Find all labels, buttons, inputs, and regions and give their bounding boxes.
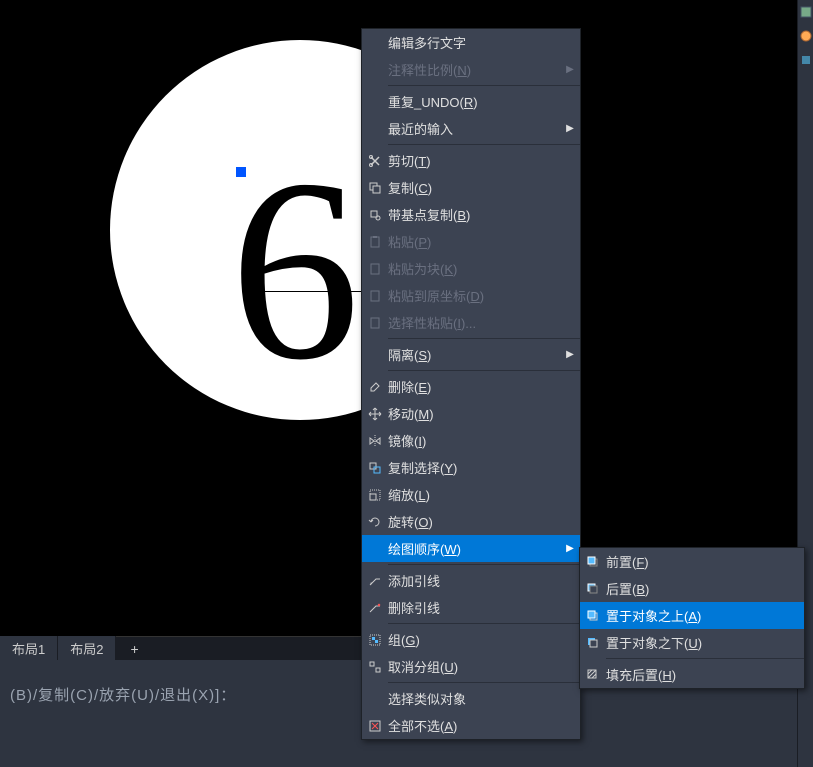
menu-erase[interactable]: 删除(E) [362, 373, 580, 400]
send-back-icon [580, 575, 606, 602]
menu-copy-base[interactable]: 带基点复制(B) [362, 201, 580, 228]
submenu-send-back[interactable]: 后置(B) [580, 575, 804, 602]
submenu-arrow-icon: ▶ [566, 349, 580, 360]
menu-separator [388, 338, 580, 339]
menu-cut[interactable]: 剪切(T) [362, 147, 580, 174]
submenu-arrow-icon: ▶ [566, 123, 580, 134]
menu-paste-special: 选择性粘贴(I)... [362, 309, 580, 336]
group-icon [362, 626, 388, 653]
draw-order-submenu: 前置(F) 后置(B) 置于对象之上(A) 置于对象之下(U) 填充后置(H) [579, 547, 805, 689]
menu-copy-select[interactable]: 复制选择(Y) [362, 454, 580, 481]
menu-add-leader[interactable]: 添加引线 [362, 567, 580, 594]
ungroup-icon [362, 653, 388, 680]
submenu-above-object[interactable]: 置于对象之上(A) [580, 602, 804, 629]
erase-icon [362, 373, 388, 400]
scale-icon [362, 481, 388, 508]
menu-scale[interactable]: 缩放(L) [362, 481, 580, 508]
context-menu: 编辑多行文字 注释性比例(N)▶ 重复_UNDO(R) 最近的输入▶ 剪切(T)… [361, 28, 581, 740]
menu-move[interactable]: 移动(M) [362, 400, 580, 427]
paste-block-icon [362, 255, 388, 282]
menu-select-similar[interactable]: 选择类似对象 [362, 685, 580, 712]
menu-deselect-all[interactable]: 全部不选(A) [362, 712, 580, 739]
copy-base-icon [362, 201, 388, 228]
submenu-arrow-icon: ▶ [566, 64, 580, 75]
menu-paste: 粘贴(P) [362, 228, 580, 255]
selection-grip[interactable] [236, 167, 246, 177]
center-line [265, 291, 365, 292]
move-icon [362, 400, 388, 427]
hatch-back-icon [580, 661, 606, 688]
mirror-icon [362, 427, 388, 454]
menu-separator [388, 623, 580, 624]
leader-remove-icon [362, 594, 388, 621]
menu-repeat-undo[interactable]: 重复_UNDO(R) [362, 88, 580, 115]
palette-icon[interactable] [798, 0, 813, 24]
scissors-icon [362, 147, 388, 174]
menu-edit-mtext[interactable]: 编辑多行文字 [362, 29, 580, 56]
menu-recent-input[interactable]: 最近的输入▶ [362, 115, 580, 142]
below-object-icon [580, 629, 606, 656]
menu-separator [606, 658, 804, 659]
menu-mirror[interactable]: 镜像(I) [362, 427, 580, 454]
menu-separator [388, 144, 580, 145]
palette-icon[interactable] [798, 48, 813, 72]
deselect-icon [362, 712, 388, 739]
bring-front-icon [580, 548, 606, 575]
rotate-icon [362, 508, 388, 535]
menu-separator [388, 564, 580, 565]
menu-remove-leader[interactable]: 删除引线 [362, 594, 580, 621]
copy-icon [362, 174, 388, 201]
menu-group[interactable]: 组(G) [362, 626, 580, 653]
menu-separator [388, 370, 580, 371]
above-object-icon [580, 602, 606, 629]
copy-select-icon [362, 454, 388, 481]
palette-icon[interactable] [798, 24, 813, 48]
menu-anno-scale: 注释性比例(N)▶ [362, 56, 580, 83]
tab-layout1[interactable]: 布局1 [0, 636, 58, 661]
menu-paste-block: 粘贴为块(K) [362, 255, 580, 282]
menu-draw-order[interactable]: 绘图顺序(W)▶ [362, 535, 580, 562]
menu-separator [388, 85, 580, 86]
menu-isolate[interactable]: 隔离(S)▶ [362, 341, 580, 368]
tab-layout2[interactable]: 布局2 [58, 636, 116, 661]
paste-orig-icon [362, 282, 388, 309]
menu-copy[interactable]: 复制(C) [362, 174, 580, 201]
menu-paste-orig: 粘贴到原坐标(D) [362, 282, 580, 309]
menu-rotate[interactable]: 旋转(O) [362, 508, 580, 535]
paste-special-icon [362, 309, 388, 336]
text-object: 6 [230, 140, 360, 400]
submenu-arrow-icon: ▶ [566, 543, 580, 554]
command-text: (B)/复制(C)/放弃(U)/退出(X)]： [10, 687, 236, 704]
tab-add[interactable]: + [116, 638, 152, 660]
leader-add-icon [362, 567, 388, 594]
paste-icon [362, 228, 388, 255]
submenu-bring-front[interactable]: 前置(F) [580, 548, 804, 575]
submenu-below-object[interactable]: 置于对象之下(U) [580, 629, 804, 656]
menu-separator [388, 682, 580, 683]
menu-ungroup[interactable]: 取消分组(U) [362, 653, 580, 680]
submenu-hatch-back[interactable]: 填充后置(H) [580, 661, 804, 688]
